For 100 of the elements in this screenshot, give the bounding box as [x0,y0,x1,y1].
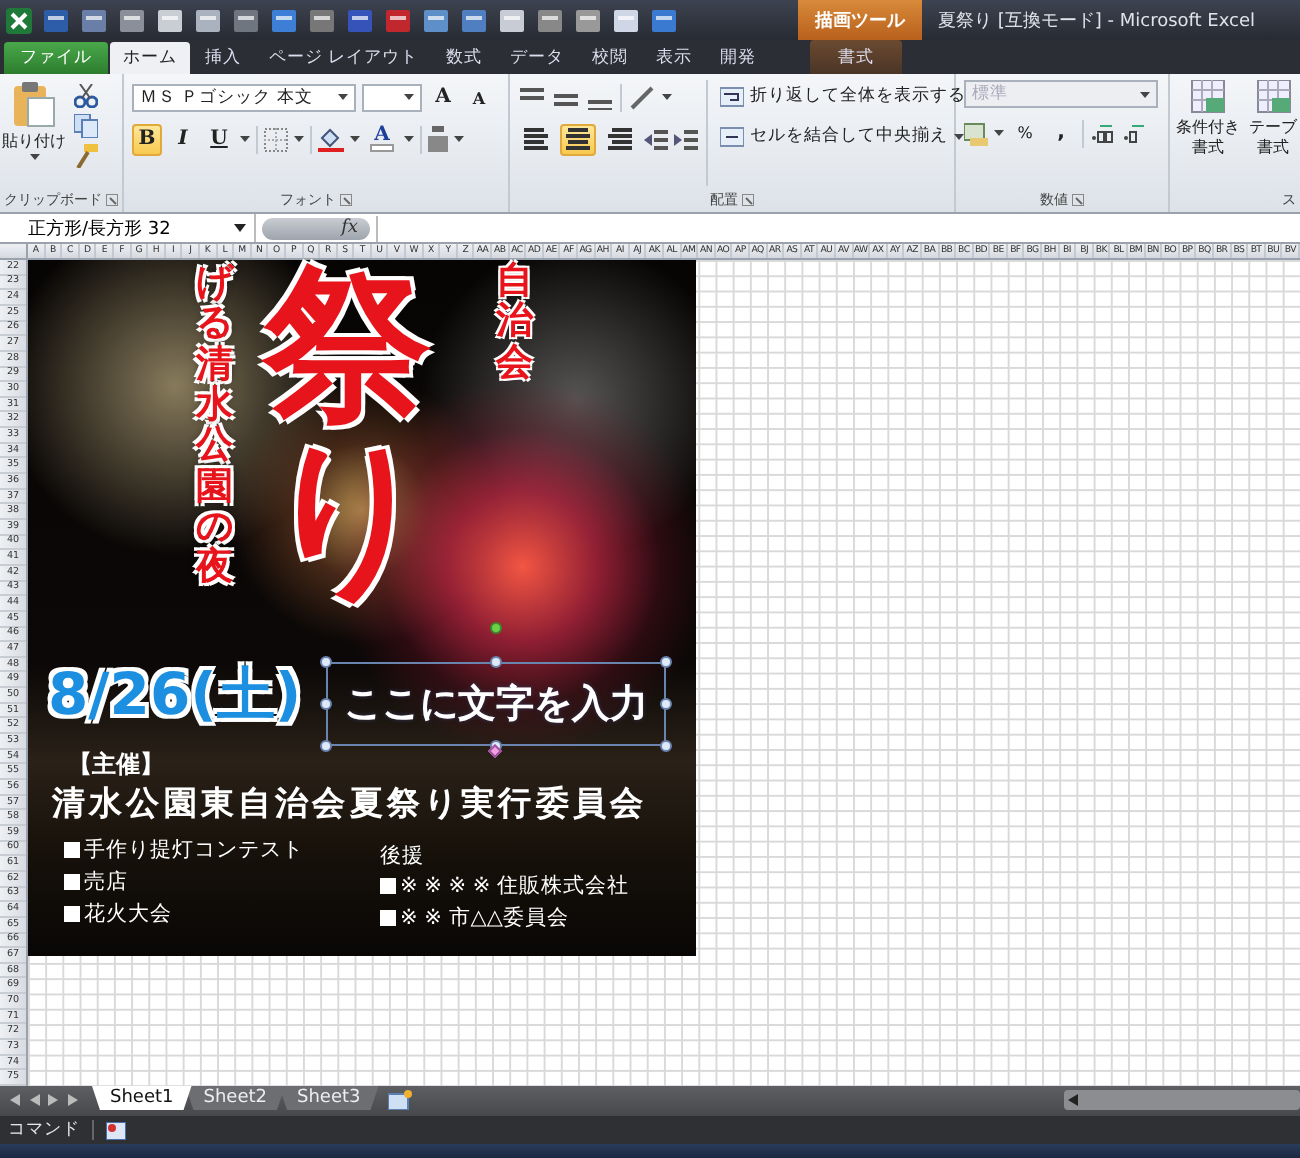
shrink-font-button[interactable]: A [464,81,494,113]
underline-button[interactable]: U [204,123,234,155]
window-title: 夏祭り [互換モード] - Microsoft Excel [938,9,1256,33]
phonetic-guide-icon[interactable] [428,126,448,152]
paste-button[interactable]: 貼り付け [2,80,66,186]
ribbon-tab[interactable]: ページ レイアウト [256,42,432,74]
square-icon [64,906,80,922]
host-label: 【主催】 [68,748,164,782]
comma-style-button[interactable]: , [1046,117,1076,149]
wrap-text-button[interactable]: 折り返して全体を表示する [716,80,970,112]
insert-function-button[interactable]: fx [341,218,358,238]
event-item: 手作り提灯コンテスト [84,836,304,864]
format-painter-icon[interactable] [74,144,98,168]
cut-icon[interactable] [74,84,98,108]
dialog-launcher-icon[interactable] [340,193,352,205]
conditional-formatting-icon [1188,80,1228,116]
increase-indent-icon[interactable] [674,127,698,151]
ribbon-tab[interactable]: 挿入 [192,42,254,74]
first-sheet-icon[interactable] [8,1094,20,1106]
ribbon-tab[interactable]: 表示 [643,42,706,74]
app-icon[interactable] [6,7,32,33]
caret-icon[interactable] [404,136,414,142]
caret-icon[interactable] [404,94,414,100]
resize-handle[interactable] [660,698,672,710]
lines-icon [564,127,592,151]
number-format-dropdown: 標準 [964,80,1158,108]
resize-handle[interactable] [320,656,332,668]
poster-title: 祭り [264,260,432,603]
caret-icon[interactable] [240,136,250,142]
scroll-left-icon[interactable] [1068,1094,1078,1106]
resize-handle[interactable] [320,698,332,710]
clipboard-icon[interactable] [12,80,56,128]
merge-center-button[interactable]: セルを結合して中央揃え [716,120,970,152]
context-tab-label: 描画ツール [798,0,922,40]
caret-icon[interactable] [954,133,964,139]
lines-icon [522,127,550,151]
resize-handle[interactable] [660,740,672,752]
percent-style-button[interactable]: % [1010,117,1040,149]
name-box[interactable]: 正方形/長方形 32 [0,214,256,242]
square-icon [64,874,80,890]
decrease-decimal-icon[interactable] [1122,122,1148,144]
sheet-tab[interactable]: Sheet1 [92,1086,192,1110]
macro-record-icon[interactable] [106,1121,126,1139]
resize-handle[interactable] [490,656,502,668]
square-icon [380,910,396,926]
last-sheet-icon[interactable] [68,1094,80,1106]
text-orientation-icon[interactable] [628,85,656,109]
ribbon-tab[interactable]: 書式 [810,40,902,74]
dropdown-arrow-icon[interactable] [234,224,246,232]
caret-icon[interactable] [662,94,672,100]
insert-sheet-icon[interactable] [388,1090,413,1110]
horizontal-scrollbar[interactable] [1064,1090,1300,1110]
date-text: 8/26(土) [48,658,302,732]
adjust-handle[interactable] [487,743,503,759]
conditional-formatting-button[interactable]: 条件付き 書式 [1178,80,1238,186]
caret-icon[interactable] [994,130,1004,136]
font-name-dropdown[interactable]: ＭＳ Ｐゴシック 本文 [132,83,356,111]
format-as-table-button[interactable]: テーブ 書式 [1246,80,1300,186]
font-color-button[interactable]: A [366,123,398,155]
resize-handle[interactable] [660,656,672,668]
sheet-tab[interactable]: Sheet2 [185,1086,285,1110]
square-icon [64,842,80,858]
dialog-launcher-icon[interactable] [106,193,118,205]
rotation-handle[interactable] [490,622,502,634]
table-icon [1253,80,1293,116]
grow-font-button[interactable]: A [428,81,458,113]
caret-icon[interactable] [454,136,464,142]
caret-icon[interactable] [294,136,304,142]
ribbon-tab[interactable]: データ [497,42,578,74]
caret-icon[interactable] [29,154,39,160]
align-center-button[interactable] [560,123,596,155]
merge-cells-icon [720,125,744,147]
sponsor-item: ※ ※ 市△△委員会 [400,904,569,932]
wrap-text-icon [720,85,744,107]
decrease-indent-icon[interactable] [644,127,668,151]
increase-decimal-icon[interactable] [1090,122,1116,144]
align-right-button[interactable] [602,123,638,155]
caret-icon[interactable] [338,94,348,100]
next-sheet-icon[interactable] [48,1094,60,1106]
sponsor-item: ※ ※ ※ ※ 住販株式会社 [400,872,630,900]
caret-icon[interactable] [350,136,360,142]
resize-handle[interactable] [320,740,332,752]
ribbon-tab[interactable]: 校閲 [579,42,642,74]
ribbon-tab[interactable]: 開発 [707,42,770,74]
previous-sheet-icon[interactable] [28,1094,40,1106]
dialog-launcher-icon[interactable] [742,193,754,205]
bold-button[interactable]: B [132,123,162,155]
lines-icon [606,127,634,151]
ribbon-tab[interactable]: ホーム [110,42,190,74]
ribbon-tab[interactable]: ファイル [4,42,108,74]
event-item: 花火大会 [84,900,172,928]
italic-button[interactable]: I [168,123,198,155]
ribbon-tab[interactable]: 数式 [433,42,496,74]
organizer-text: 自治会 [496,262,533,385]
event-item: 売店 [84,868,128,896]
dialog-launcher-icon[interactable] [1072,193,1084,205]
sheet-tab[interactable]: Sheet3 [279,1086,379,1110]
square-icon [380,878,396,894]
align-left-button[interactable] [518,123,554,155]
host-name: 清水公園東自治会夏祭り実行委員会 [52,782,648,826]
